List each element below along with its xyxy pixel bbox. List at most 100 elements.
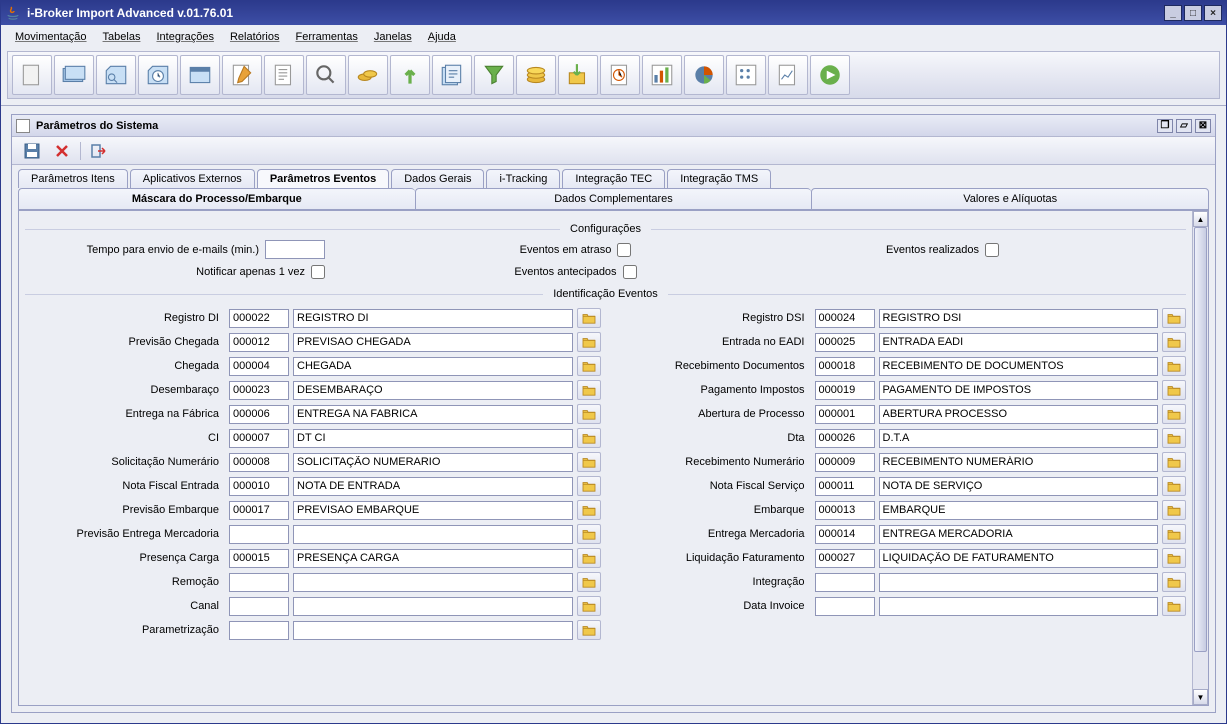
inner-restore-button[interactable]: ❐ [1157, 119, 1173, 133]
toolbar-btn-17[interactable] [684, 55, 724, 95]
maximize-button[interactable]: □ [1184, 5, 1202, 21]
toolbar-btn-12[interactable] [474, 55, 514, 95]
scroll-thumb[interactable] [1194, 227, 1207, 652]
code-input[interactable] [815, 477, 875, 496]
toolbar-btn-1[interactable] [12, 55, 52, 95]
tab-parametros-itens[interactable]: Parâmetros Itens [18, 169, 128, 188]
code-input[interactable] [229, 453, 289, 472]
checkbox-notificar[interactable] [311, 265, 325, 279]
menu-ferramentas[interactable]: Ferramentas [287, 28, 365, 46]
desc-input[interactable] [293, 597, 573, 616]
code-input[interactable] [229, 429, 289, 448]
desc-input[interactable] [293, 405, 573, 424]
toolbar-btn-2[interactable] [54, 55, 94, 95]
toolbar-btn-19[interactable] [768, 55, 808, 95]
desc-input[interactable] [879, 405, 1159, 424]
menu-integracoes[interactable]: Integrações [148, 28, 221, 46]
folder-icon[interactable] [1162, 476, 1186, 496]
code-input[interactable] [815, 549, 875, 568]
folder-icon[interactable] [577, 428, 601, 448]
code-input[interactable] [815, 573, 875, 592]
checkbox-eventos-antecipados[interactable] [623, 265, 637, 279]
subtab-valores-aliquotas[interactable]: Valores e Alíquotas [811, 188, 1209, 210]
desc-input[interactable] [293, 453, 573, 472]
folder-icon[interactable] [577, 332, 601, 352]
folder-icon[interactable] [1162, 548, 1186, 568]
menu-movimentacao[interactable]: Movimentação [7, 28, 95, 46]
folder-icon[interactable] [1162, 332, 1186, 352]
toolbar-btn-18[interactable] [726, 55, 766, 95]
code-input[interactable] [229, 381, 289, 400]
subtab-mascara[interactable]: Máscara do Processo/Embarque [18, 188, 415, 210]
desc-input[interactable] [293, 501, 573, 520]
toolbar-btn-8[interactable] [306, 55, 346, 95]
code-input[interactable] [229, 525, 289, 544]
code-input[interactable] [229, 333, 289, 352]
tab-itracking[interactable]: i-Tracking [486, 169, 560, 188]
inner-maximize-button[interactable]: ▱ [1176, 119, 1192, 133]
folder-icon[interactable] [577, 620, 601, 640]
desc-input[interactable] [293, 477, 573, 496]
folder-icon[interactable] [577, 380, 601, 400]
code-input[interactable] [229, 357, 289, 376]
code-input[interactable] [815, 453, 875, 472]
folder-icon[interactable] [577, 308, 601, 328]
desc-input[interactable] [879, 333, 1159, 352]
folder-icon[interactable] [577, 596, 601, 616]
tab-integracao-tms[interactable]: Integração TMS [667, 169, 771, 188]
scroll-up-button[interactable]: ▲ [1193, 211, 1208, 227]
toolbar-btn-11[interactable] [432, 55, 472, 95]
desc-input[interactable] [293, 309, 573, 328]
minimize-button[interactable]: _ [1164, 5, 1182, 21]
inner-close-button[interactable]: ⊠ [1195, 119, 1211, 133]
input-tempo-email[interactable] [265, 240, 325, 259]
desc-input[interactable] [293, 357, 573, 376]
scroll-down-button[interactable]: ▼ [1193, 689, 1208, 705]
folder-icon[interactable] [577, 452, 601, 472]
subtab-dados-complementares[interactable]: Dados Complementares [415, 188, 812, 210]
toolbar-btn-20[interactable] [810, 55, 850, 95]
desc-input[interactable] [879, 429, 1159, 448]
desc-input[interactable] [879, 573, 1159, 592]
tab-integracao-tec[interactable]: Integração TEC [562, 169, 665, 188]
code-input[interactable] [229, 549, 289, 568]
folder-icon[interactable] [1162, 452, 1186, 472]
menu-ajuda[interactable]: Ajuda [420, 28, 464, 46]
checkbox-eventos-atraso[interactable] [617, 243, 631, 257]
desc-input[interactable] [879, 525, 1159, 544]
code-input[interactable] [229, 621, 289, 640]
folder-icon[interactable] [577, 404, 601, 424]
toolbar-btn-3[interactable] [96, 55, 136, 95]
desc-input[interactable] [293, 573, 573, 592]
code-input[interactable] [815, 381, 875, 400]
tab-parametros-eventos[interactable]: Parâmetros Eventos [257, 169, 389, 188]
folder-icon[interactable] [1162, 572, 1186, 592]
desc-input[interactable] [879, 477, 1159, 496]
code-input[interactable] [815, 429, 875, 448]
toolbar-btn-10[interactable] [390, 55, 430, 95]
folder-icon[interactable] [1162, 524, 1186, 544]
code-input[interactable] [229, 309, 289, 328]
folder-icon[interactable] [1162, 596, 1186, 616]
tab-aplicativos-externos[interactable]: Aplicativos Externos [130, 169, 255, 188]
code-input[interactable] [815, 525, 875, 544]
exit-icon[interactable] [87, 140, 111, 162]
scroll-track[interactable] [1193, 227, 1208, 689]
desc-input[interactable] [879, 309, 1159, 328]
folder-icon[interactable] [577, 356, 601, 376]
folder-icon[interactable] [577, 524, 601, 544]
toolbar-btn-6[interactable] [222, 55, 262, 95]
folder-icon[interactable] [1162, 404, 1186, 424]
code-input[interactable] [815, 501, 875, 520]
menu-janelas[interactable]: Janelas [366, 28, 420, 46]
toolbar-btn-4[interactable] [138, 55, 178, 95]
checkbox-eventos-realizados[interactable] [985, 243, 999, 257]
desc-input[interactable] [293, 549, 573, 568]
folder-icon[interactable] [1162, 356, 1186, 376]
desc-input[interactable] [293, 621, 573, 640]
toolbar-btn-15[interactable] [600, 55, 640, 95]
folder-icon[interactable] [1162, 308, 1186, 328]
menu-tabelas[interactable]: Tabelas [95, 28, 149, 46]
desc-input[interactable] [293, 333, 573, 352]
save-icon[interactable] [20, 140, 44, 162]
